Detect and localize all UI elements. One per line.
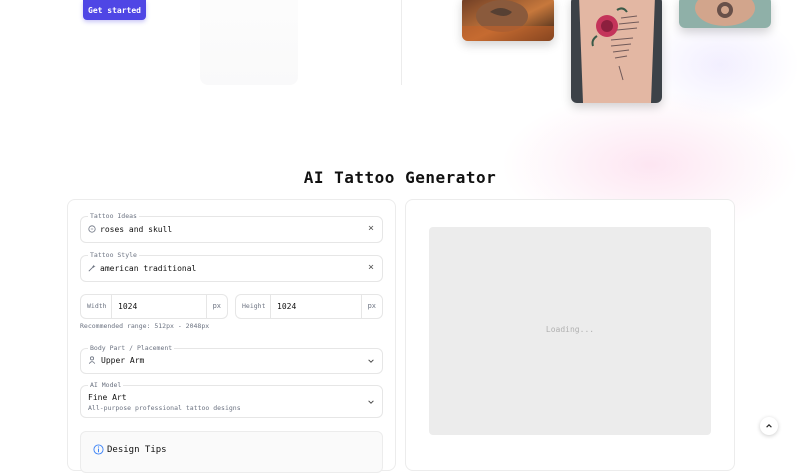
tattoo-ideas-input[interactable]: roses and skull [100,225,172,234]
close-icon[interactable]: × [368,224,374,234]
tattoo-photo-1 [462,0,554,41]
image-preview-placeholder: Loading... [429,227,711,435]
width-input[interactable]: 1024 [118,302,137,311]
ai-model-value: Fine Art [88,393,127,402]
height-unit: px [367,302,376,310]
body-part-value: Upper Arm [101,356,145,365]
width-divider [111,295,112,318]
ai-model-select[interactable]: AI Model Fine Art All-purpose profession… [80,381,383,418]
hero-divider [401,0,402,85]
body-part-label: Body Part / Placement [88,344,175,352]
lightbulb-icon [88,225,96,233]
tattoo-style-field[interactable]: Tattoo Style american traditional × [80,251,383,282]
preview-panel: Loading... [405,199,735,471]
ai-model-description: All-purpose professional tattoo designs [88,404,241,412]
height-input[interactable]: 1024 [277,302,296,311]
width-label: Width [87,302,107,310]
get-started-button[interactable]: Get started [83,0,146,20]
tattoo-ideas-field[interactable]: Tattoo Ideas roses and skull × [80,212,383,243]
chevron-down-icon [368,400,374,404]
generator-form-panel: Tattoo Ideas roses and skull × Tattoo St… [67,199,396,473]
height-unit-divider [361,295,362,318]
design-tips-section[interactable]: Design Tips [80,431,383,473]
width-unit: px [212,302,221,310]
width-field[interactable]: Width 1024 px [80,294,228,319]
ai-model-label: AI Model [88,381,124,389]
close-icon[interactable]: × [368,263,374,273]
design-tips-label: Design Tips [107,445,167,455]
width-unit-divider [206,295,207,318]
loading-text: Loading... [545,325,595,334]
tattoo-style-label: Tattoo Style [88,251,139,259]
height-divider [270,295,271,318]
range-hint: Recommended range: 512px - 2048px [80,322,210,330]
page-title: AI Tattoo Generator [303,168,497,187]
tattoo-ideas-label: Tattoo Ideas [88,212,139,220]
wand-icon [88,264,96,272]
chevron-up-icon [766,424,772,428]
faded-card [200,0,298,85]
body-part-select[interactable]: Body Part / Placement Upper Arm [80,344,383,374]
tattoo-photo-3 [679,0,771,28]
tattoo-style-input[interactable]: american traditional [100,264,196,273]
person-icon [88,356,96,364]
chevron-down-icon [368,359,374,363]
info-icon [93,444,104,455]
height-label: Height [242,302,266,310]
height-field[interactable]: Height 1024 px [235,294,383,319]
scroll-to-top-button[interactable] [760,417,778,435]
tattoo-photo-2 [571,0,662,103]
